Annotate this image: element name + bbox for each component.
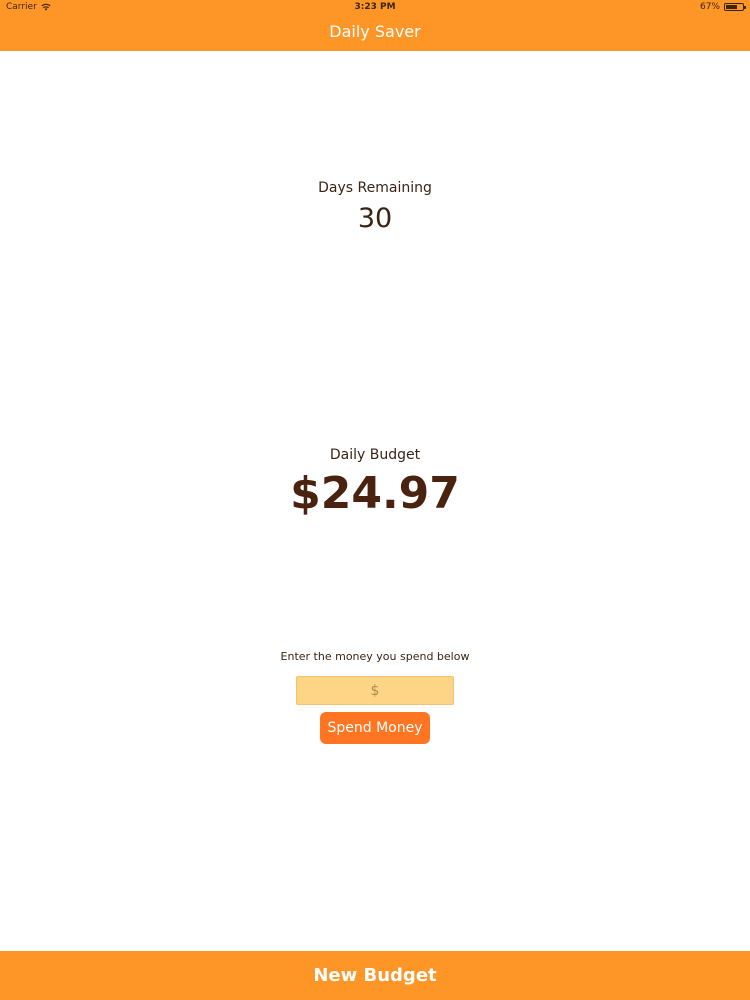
battery-icon [724, 3, 746, 11]
battery-percentage: 67% [699, 2, 720, 12]
daily-budget-value: $24.97 [290, 468, 460, 519]
spend-amount-input[interactable] [296, 676, 454, 705]
status-bar: Carrier 3:23 PM 67% [0, 0, 750, 14]
spend-prompt: Enter the money you spend below [280, 650, 470, 663]
days-remaining-label: Days Remaining [318, 180, 432, 196]
navigation-bar: Carrier 3:23 PM 67% Daily Saver [0, 0, 750, 51]
days-remaining-value: 30 [357, 203, 393, 234]
page-title: Daily Saver [329, 22, 421, 41]
status-right: 67% [699, 2, 746, 12]
daily-budget-label: Daily Budget [329, 447, 421, 463]
status-time: 3:23 PM [354, 2, 396, 12]
spend-money-button[interactable]: Spend Money [320, 712, 430, 744]
battery-fill [726, 5, 737, 9]
new-budget-button[interactable]: New Budget [0, 951, 750, 1000]
app-screen: Carrier 3:23 PM 67% Daily Saver Days Rem… [0, 0, 750, 1000]
